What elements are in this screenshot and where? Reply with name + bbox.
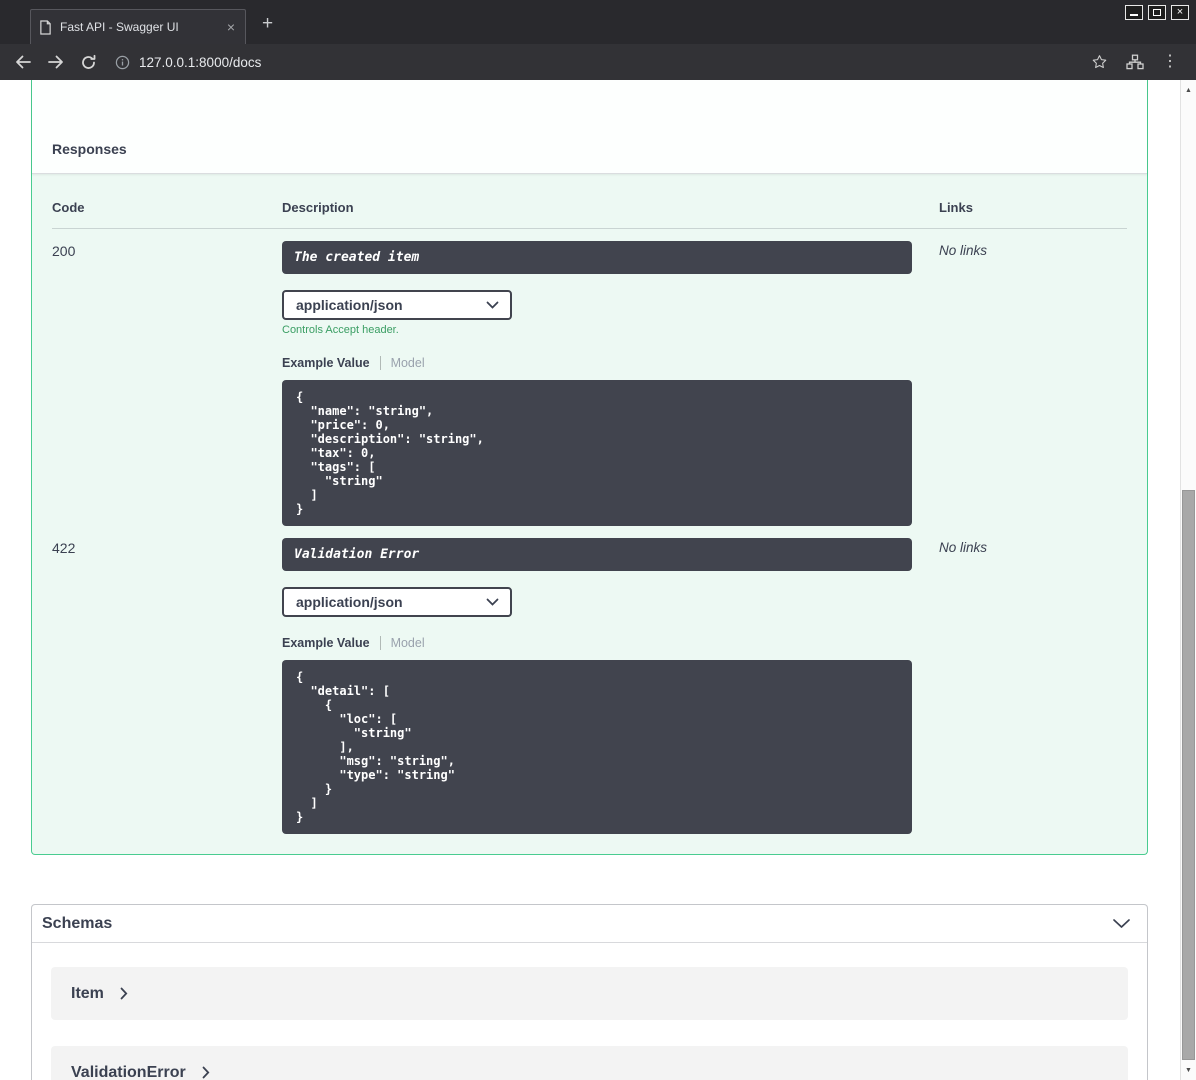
schemas-section: Schemas Item ValidationError (31, 904, 1148, 1080)
opblock-responses: Responses Code Description Links 200 The… (31, 80, 1148, 855)
column-header-code: Code (52, 200, 85, 215)
media-type-select[interactable]: application/json (282, 290, 512, 320)
example-model-tabs: Example Value Model (282, 636, 912, 650)
scrollbar-thumb[interactable] (1182, 490, 1195, 1060)
column-header-description: Description (282, 200, 354, 215)
tab-close-icon[interactable]: × (225, 20, 237, 34)
browser-menu-icon[interactable]: ⋮ (1162, 54, 1178, 70)
response-links: No links (939, 540, 988, 555)
accept-header-note: Controls Accept header. (282, 324, 399, 336)
expand-chevron-icon (120, 987, 128, 1000)
minimize-icon (1130, 14, 1138, 16)
example-model-tabs: Example Value Model (282, 356, 912, 370)
close-button[interactable]: × (1171, 5, 1189, 20)
schemas-title: Schemas (42, 914, 113, 932)
schemas-header[interactable]: Schemas (32, 905, 1147, 943)
extensions-icon[interactable] (1126, 54, 1144, 70)
tab-model[interactable]: Model (379, 356, 425, 370)
scroll-up-icon[interactable]: ▲ (1181, 82, 1196, 98)
new-tab-button[interactable]: + (262, 14, 273, 33)
reload-button[interactable] (80, 54, 97, 71)
responses-table: Code Description Links 200 The created i… (32, 174, 1147, 854)
example-json-200: { "name": "string", "price": 0, "descrip… (282, 380, 912, 526)
response-links: No links (939, 243, 988, 258)
scroll-down-icon[interactable]: ▼ (1181, 1062, 1196, 1078)
expand-chevron-icon (202, 1066, 210, 1079)
site-info-icon (115, 55, 130, 69)
window-controls: × (1125, 5, 1189, 20)
forward-button[interactable] (47, 54, 65, 70)
browser-viewport: Responses Code Description Links 200 The… (0, 80, 1196, 1080)
response-description: Validation Error (282, 538, 912, 571)
collapse-chevron-icon (1113, 919, 1130, 928)
maximize-button[interactable] (1148, 5, 1166, 20)
vertical-scrollbar[interactable]: ▲ ▼ (1180, 80, 1196, 1080)
page-favicon-icon (39, 19, 52, 35)
response-code: 200 (52, 243, 76, 259)
chevron-down-icon (486, 598, 499, 606)
tab-title: Fast API - Swagger UI (60, 20, 179, 34)
responses-section-header: Responses (32, 80, 1147, 174)
media-type-value: application/json (296, 594, 403, 610)
model-validationerror[interactable]: ValidationError (51, 1046, 1128, 1080)
browser-titlebar: Fast API - Swagger UI × + × (0, 0, 1196, 44)
tab-example-value[interactable]: Example Value (282, 636, 370, 650)
maximize-icon (1153, 9, 1161, 16)
tab-model[interactable]: Model (379, 636, 425, 650)
browser-tab[interactable]: Fast API - Swagger UI × (30, 9, 246, 44)
url-text: 127.0.0.1:8000/docs (139, 54, 262, 70)
bookmark-star-icon[interactable] (1091, 54, 1108, 70)
column-header-links: Links (939, 200, 973, 215)
chevron-down-icon (486, 301, 499, 309)
media-type-value: application/json (296, 297, 403, 313)
back-button[interactable] (14, 54, 32, 70)
responses-title: Responses (52, 141, 127, 157)
response-row-422: 422 Validation Error application/json Ex… (52, 526, 1127, 834)
address-bar: 127.0.0.1:8000/docs ⋮ (0, 44, 1196, 80)
tab-example-value[interactable]: Example Value (282, 356, 370, 370)
model-name: Item (71, 984, 104, 1002)
response-description: The created item (282, 241, 912, 274)
responses-table-head: Code Description Links (52, 174, 1127, 229)
model-item[interactable]: Item (51, 967, 1128, 1020)
models-list: Item ValidationError (32, 943, 1147, 1080)
model-name: ValidationError (71, 1063, 186, 1080)
minimize-button[interactable] (1125, 5, 1143, 20)
response-row-200: 200 The created item application/json Co… (52, 229, 1127, 526)
url-field[interactable]: 127.0.0.1:8000/docs (115, 55, 1091, 70)
example-json-422: { "detail": [ { "loc": [ "string" ], "ms… (282, 660, 912, 834)
media-type-select[interactable]: application/json (282, 587, 512, 617)
response-code: 422 (52, 540, 76, 556)
swagger-page: Responses Code Description Links 200 The… (0, 80, 1180, 1080)
